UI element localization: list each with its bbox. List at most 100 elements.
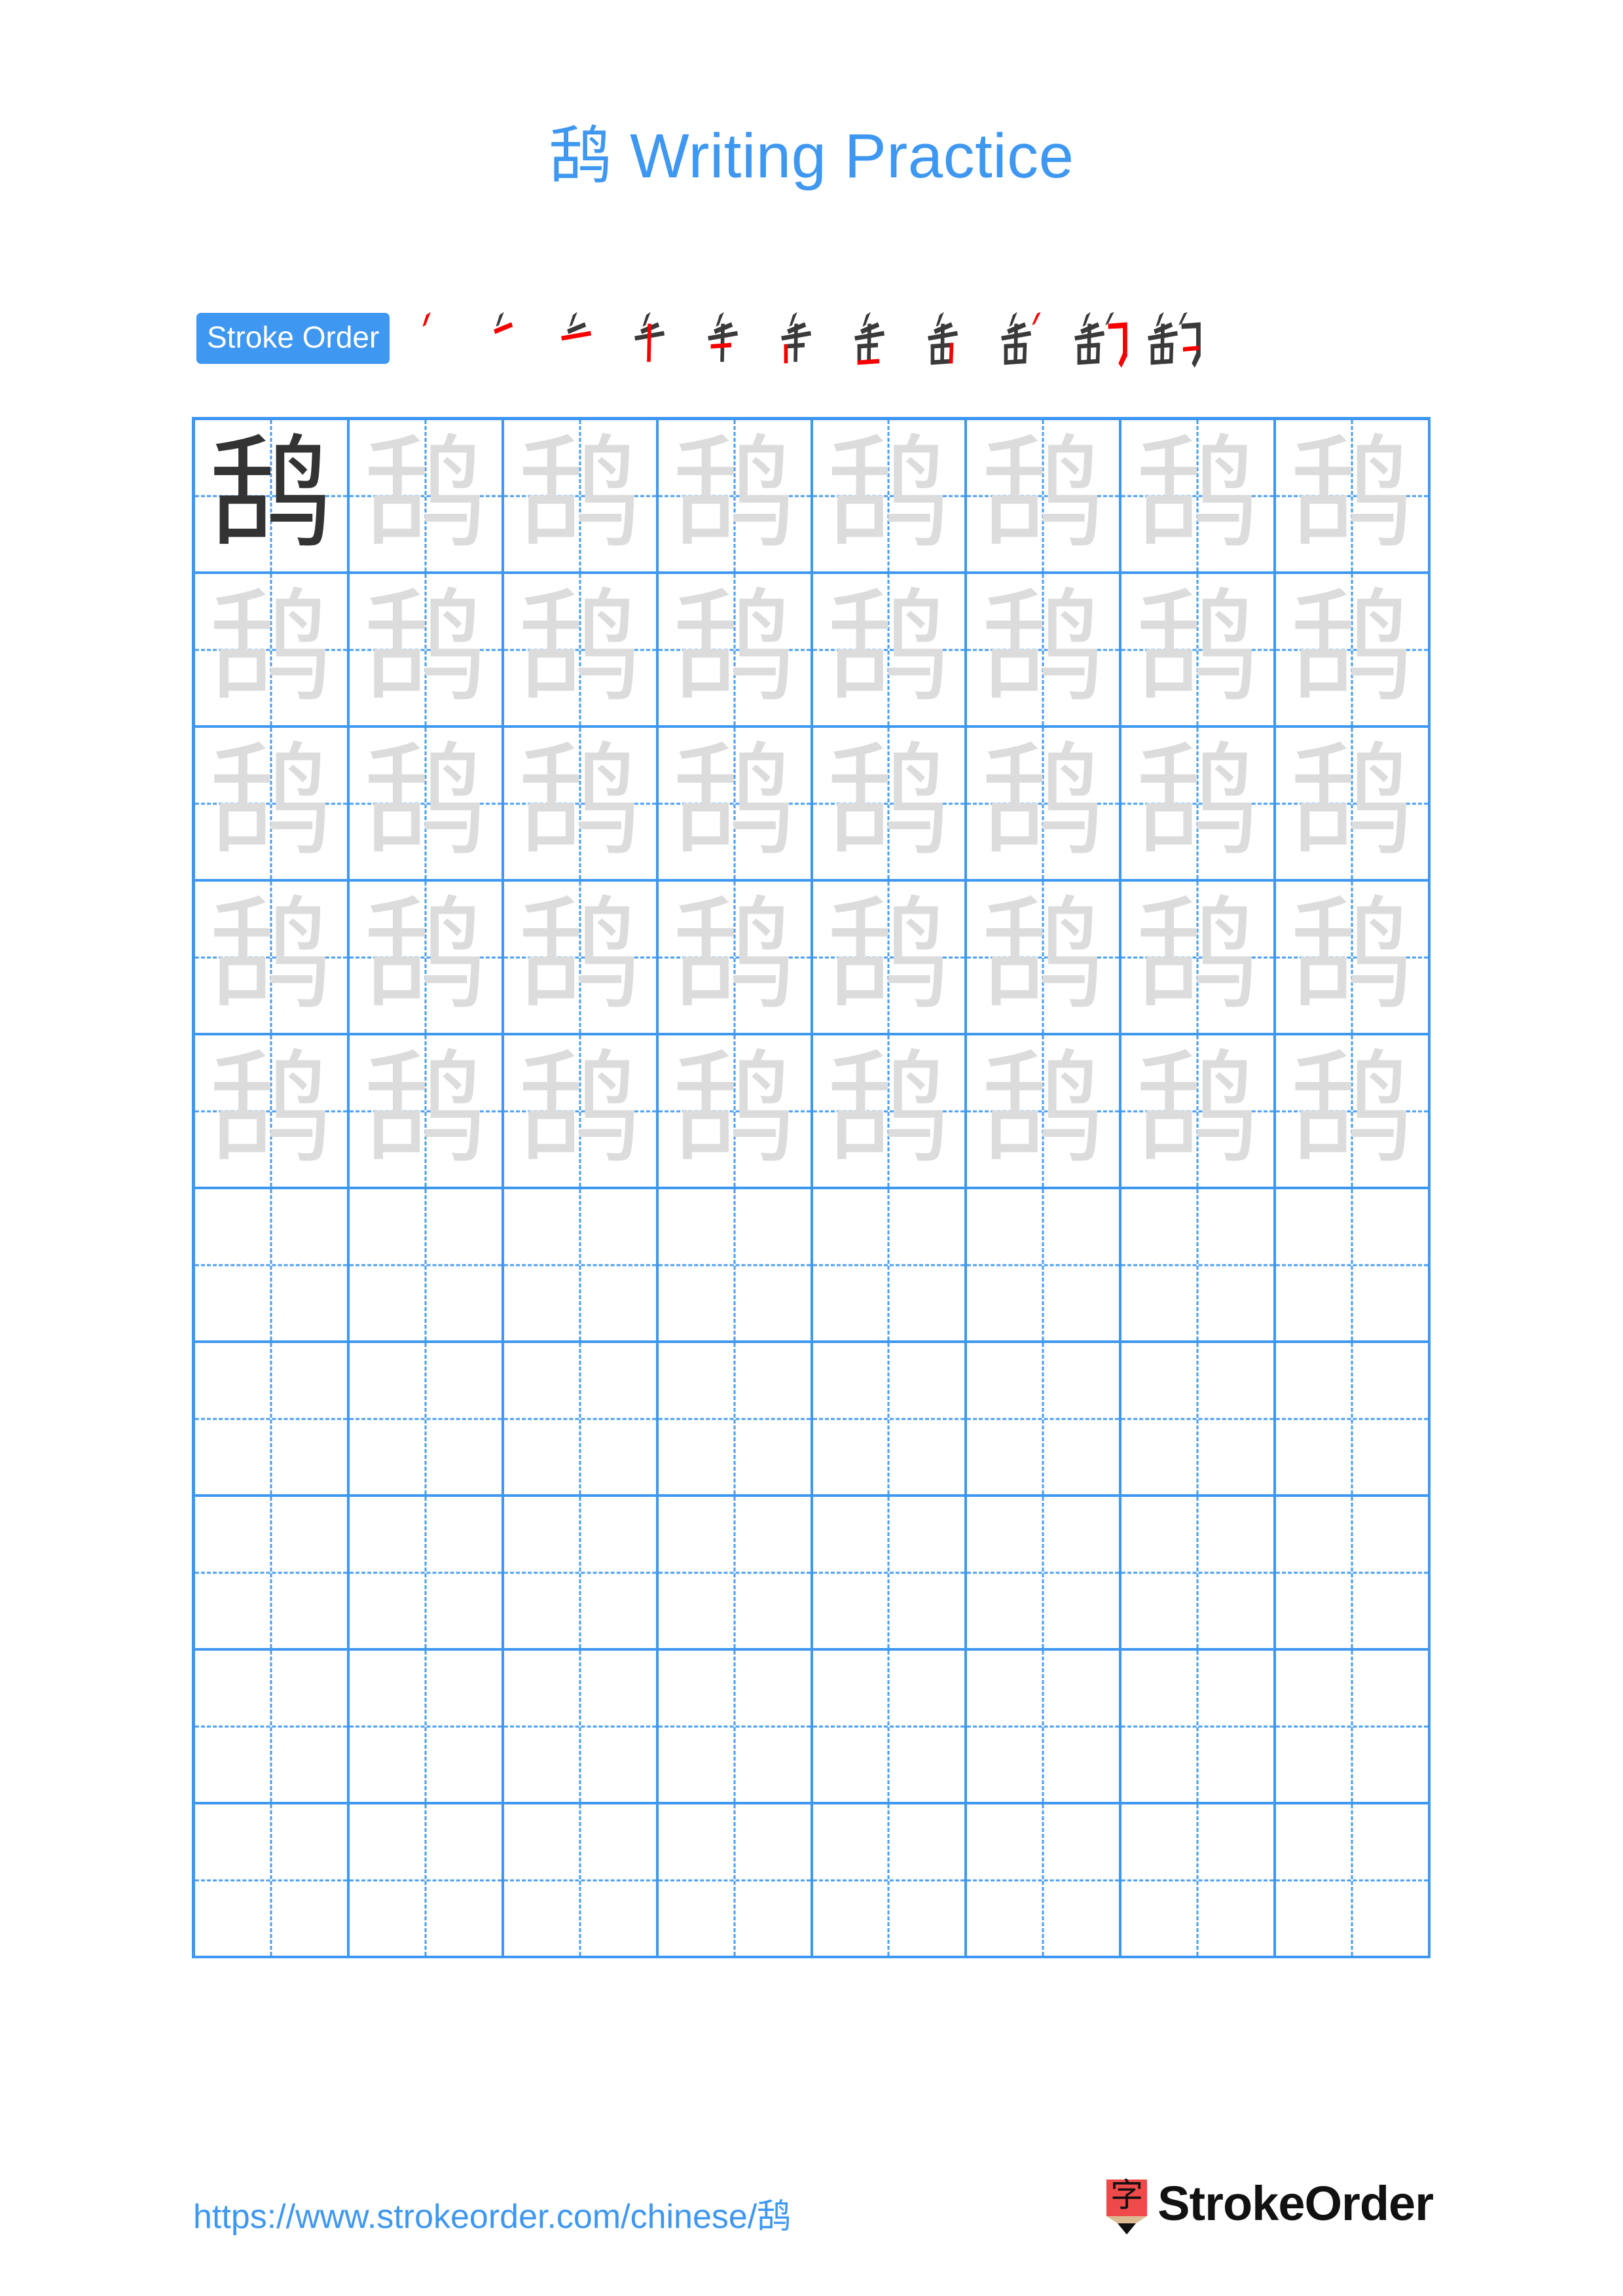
stroke-step-11 xyxy=(1135,302,1208,375)
practice-cell[interactable] xyxy=(812,1497,968,1651)
practice-cell[interactable]: 鸹 xyxy=(967,574,1122,728)
practice-cell[interactable] xyxy=(967,1804,1122,1958)
stroke-step-diagram xyxy=(781,312,812,364)
practice-cell[interactable]: 鸹 xyxy=(349,728,504,882)
practice-cell[interactable]: 鸹 xyxy=(967,420,1122,574)
practice-cell[interactable] xyxy=(349,1651,504,1804)
practice-cell[interactable] xyxy=(658,1497,813,1651)
practice-cell[interactable] xyxy=(1276,1343,1431,1497)
practice-cell[interactable] xyxy=(1122,1804,1277,1958)
practice-cell[interactable] xyxy=(1276,1651,1431,1804)
stroke-step-10 xyxy=(1061,302,1135,375)
practice-cell[interactable] xyxy=(1276,1804,1431,1958)
trace-character: 鸹 xyxy=(518,575,642,719)
practice-cell[interactable]: 鸹 xyxy=(195,574,350,728)
practice-cell[interactable] xyxy=(349,1343,504,1497)
practice-cell[interactable]: 鸹 xyxy=(195,882,350,1035)
practice-cell[interactable]: 鸹 xyxy=(503,882,659,1035)
practice-cell[interactable]: 鸹 xyxy=(1276,574,1431,728)
practice-cell[interactable]: 鸹 xyxy=(1122,420,1277,574)
practice-cell[interactable]: 鸹 xyxy=(503,728,659,882)
practice-cell[interactable]: 鸹 xyxy=(1122,728,1277,882)
practice-cell[interactable]: 鸹 xyxy=(1276,882,1431,1035)
previous-stroke xyxy=(793,323,799,362)
practice-cell[interactable] xyxy=(1122,1497,1277,1651)
practice-cell[interactable]: 鸹 xyxy=(812,1035,968,1189)
practice-cell[interactable] xyxy=(195,1189,350,1343)
practice-cell[interactable] xyxy=(503,1343,659,1497)
pencil-zi-character: 字 xyxy=(1110,2177,1144,2214)
practice-cell[interactable] xyxy=(349,1804,504,1958)
practice-cell[interactable] xyxy=(503,1497,659,1651)
footer-url-link[interactable]: https://www.strokeorder.com/chinese/鸹 xyxy=(193,2189,791,2238)
practice-cell[interactable] xyxy=(812,1651,968,1804)
practice-cell[interactable]: 鸹 xyxy=(658,574,813,728)
blank-cell xyxy=(659,1343,811,1494)
practice-cell[interactable] xyxy=(1276,1189,1431,1343)
practice-cell[interactable] xyxy=(812,1343,968,1497)
blank-cell xyxy=(504,1189,656,1340)
practice-cell[interactable] xyxy=(967,1343,1122,1497)
previous-stroke xyxy=(867,323,872,362)
trace-character: 鸹 xyxy=(672,1037,796,1181)
practice-cell[interactable] xyxy=(812,1189,968,1343)
practice-cell[interactable]: 鸹 xyxy=(503,574,659,728)
practice-cell[interactable]: 鸹 xyxy=(1122,882,1277,1035)
practice-cell[interactable] xyxy=(1122,1343,1277,1497)
trace-character: 鸹 xyxy=(827,575,951,719)
practice-cell[interactable] xyxy=(195,1804,350,1958)
practice-cell[interactable]: 鸹 xyxy=(967,1035,1122,1189)
practice-cell[interactable] xyxy=(349,1497,504,1651)
practice-cell[interactable]: 鸹 xyxy=(1276,728,1431,882)
practice-cell[interactable] xyxy=(1122,1651,1277,1804)
practice-cell[interactable]: 鸹 xyxy=(195,420,350,574)
trace-character: 鸹 xyxy=(827,422,951,565)
practice-cell[interactable]: 鸹 xyxy=(503,420,659,574)
practice-cell[interactable] xyxy=(503,1651,659,1804)
practice-cell[interactable]: 鸹 xyxy=(349,420,504,574)
practice-cell[interactable]: 鸹 xyxy=(195,1035,350,1189)
practice-cell[interactable]: 鸹 xyxy=(658,728,813,882)
practice-cell[interactable]: 鸹 xyxy=(1122,574,1277,728)
practice-cell[interactable] xyxy=(658,1343,813,1497)
practice-cell[interactable] xyxy=(967,1189,1122,1343)
practice-cell[interactable] xyxy=(812,1804,968,1958)
practice-cell[interactable] xyxy=(658,1189,813,1343)
practice-cell[interactable]: 鸹 xyxy=(658,882,813,1035)
practice-cell[interactable]: 鸹 xyxy=(1122,1035,1277,1189)
practice-cell[interactable] xyxy=(1276,1497,1431,1651)
blank-cell xyxy=(1122,1189,1273,1340)
practice-cell[interactable]: 鸹 xyxy=(812,574,968,728)
practice-cell[interactable]: 鸹 xyxy=(658,1035,813,1189)
practice-cell[interactable] xyxy=(1122,1189,1277,1343)
practice-cell[interactable]: 鸹 xyxy=(195,728,350,882)
practice-cell[interactable] xyxy=(503,1804,659,1958)
practice-cell[interactable]: 鸹 xyxy=(812,882,968,1035)
practice-cell[interactable] xyxy=(967,1497,1122,1651)
practice-cell[interactable]: 鸹 xyxy=(812,420,968,574)
practice-cell[interactable] xyxy=(658,1804,813,1958)
trace-character: 鸹 xyxy=(363,1037,487,1181)
stroke-step-9 xyxy=(988,302,1061,375)
practice-cell[interactable]: 鸹 xyxy=(349,882,504,1035)
practice-cell[interactable]: 鸹 xyxy=(812,728,968,882)
practice-cell[interactable] xyxy=(195,1343,350,1497)
stroke-step-diagram xyxy=(708,312,739,362)
practice-cell[interactable] xyxy=(503,1189,659,1343)
practice-cell[interactable] xyxy=(349,1189,504,1343)
practice-cell[interactable] xyxy=(658,1651,813,1804)
practice-cell[interactable]: 鸹 xyxy=(967,728,1122,882)
practice-cell[interactable]: 鸹 xyxy=(1276,1035,1431,1189)
practice-cell[interactable]: 鸹 xyxy=(1276,420,1431,574)
practice-cell[interactable]: 鸹 xyxy=(349,1035,504,1189)
practice-cell[interactable]: 鸹 xyxy=(967,882,1122,1035)
practice-cell[interactable]: 鸹 xyxy=(349,574,504,728)
practice-cell[interactable] xyxy=(195,1497,350,1651)
blank-cell xyxy=(504,1343,656,1494)
practice-cell[interactable] xyxy=(195,1651,350,1804)
practice-cell[interactable]: 鸹 xyxy=(658,420,813,574)
practice-cell[interactable] xyxy=(967,1651,1122,1804)
blank-cell xyxy=(195,1497,347,1648)
blank-cell xyxy=(813,1189,965,1340)
practice-cell[interactable]: 鸹 xyxy=(503,1035,659,1189)
